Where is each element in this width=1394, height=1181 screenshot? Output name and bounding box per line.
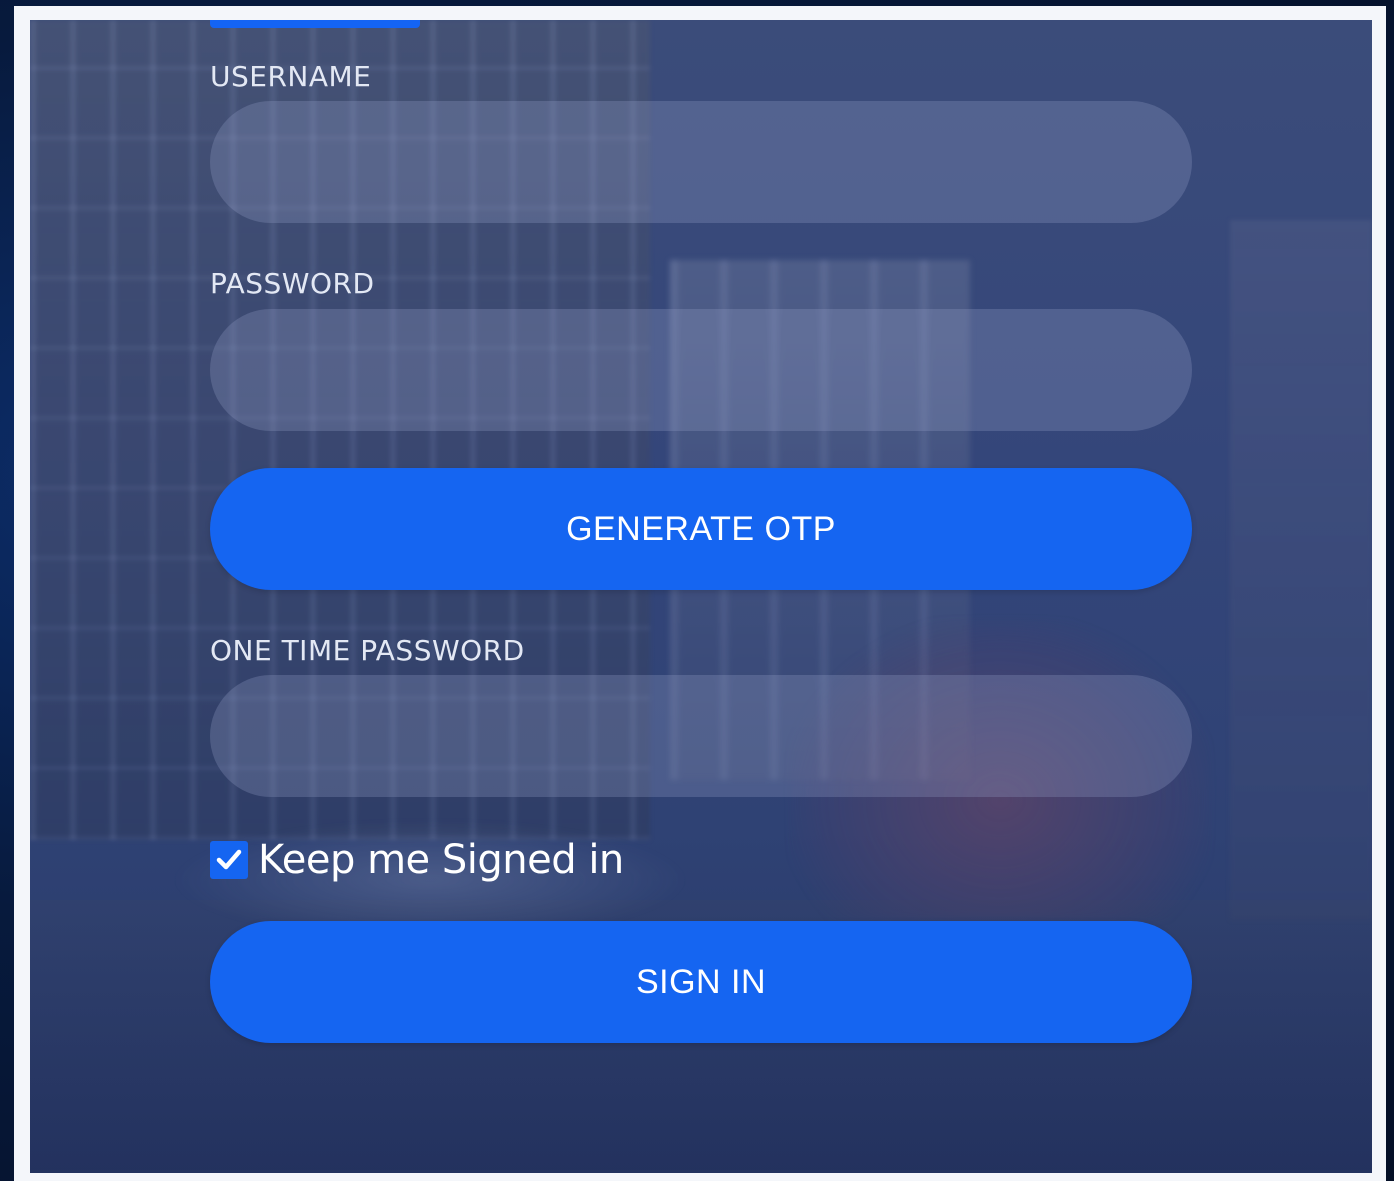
sign-in-button[interactable]: SIGN IN — [210, 921, 1192, 1043]
background-building-right — [1230, 220, 1372, 920]
active-tab-indicator — [210, 20, 420, 28]
generate-otp-button[interactable]: GENERATE OTP — [210, 468, 1192, 590]
checkmark-icon — [216, 849, 242, 870]
otp-field[interactable] — [210, 675, 1192, 797]
otp-label: ONE TIME PASSWORD — [210, 634, 525, 667]
keep-signed-in-row: Keep me Signed in — [210, 837, 624, 883]
username-label: USERNAME — [210, 60, 372, 93]
keep-signed-in-checkbox[interactable] — [210, 841, 248, 879]
password-field[interactable] — [210, 309, 1192, 431]
username-field[interactable] — [210, 101, 1192, 223]
keep-signed-in-label: Keep me Signed in — [258, 837, 624, 883]
password-label: PASSWORD — [210, 267, 375, 300]
